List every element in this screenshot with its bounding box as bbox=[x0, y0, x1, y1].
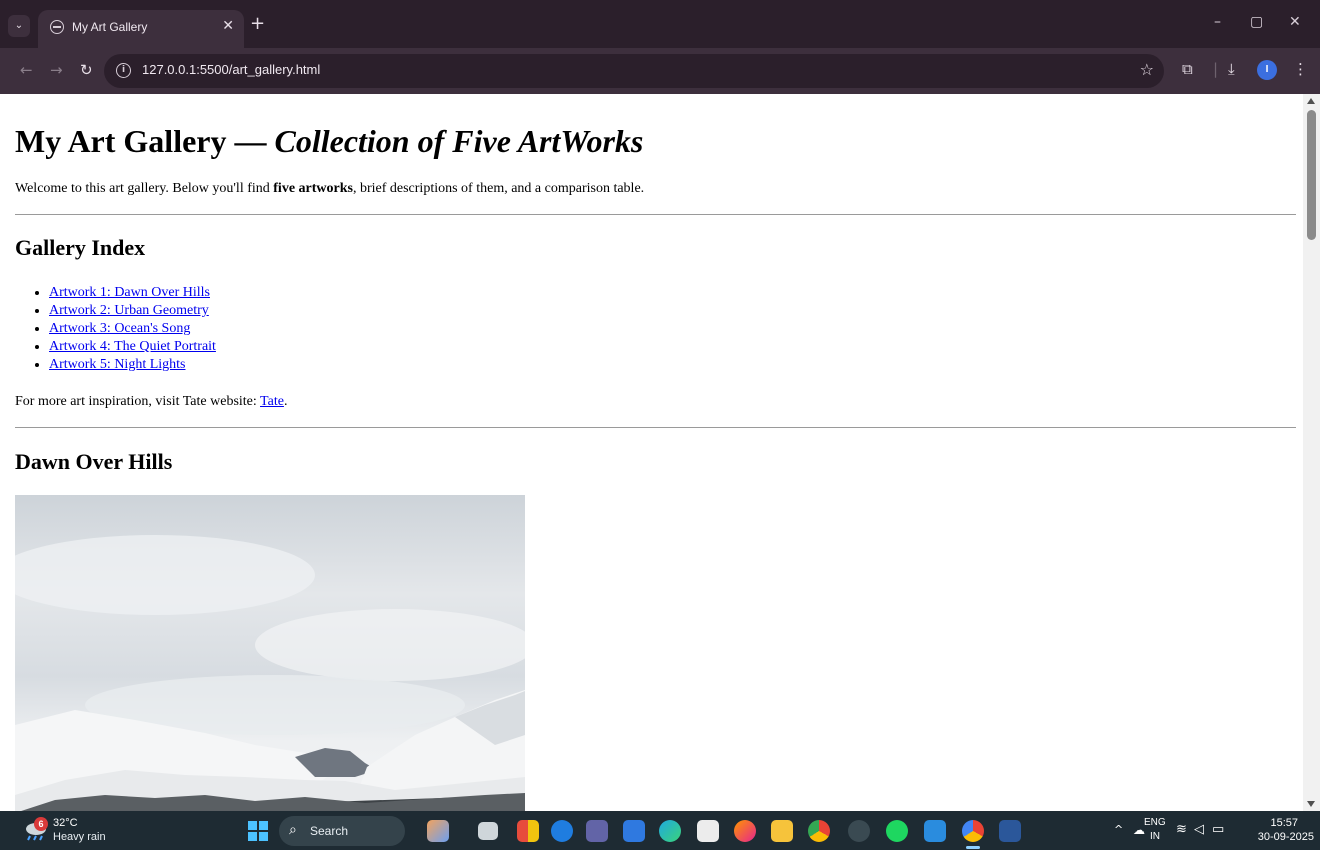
download-icon[interactable]: ⤓ bbox=[1228, 60, 1235, 78]
intro-text-start: Welcome to this art gallery. Below you'l… bbox=[15, 181, 274, 196]
task-view-icon[interactable] bbox=[478, 822, 498, 840]
weather-temperature[interactable]: 32°C bbox=[53, 817, 78, 829]
search-icon: ⌕ bbox=[289, 822, 297, 838]
index-link-artwork-2[interactable]: Artwork 2: Urban Geometry bbox=[49, 303, 209, 318]
list-item: Artwork 2: Urban Geometry bbox=[49, 302, 1295, 320]
forward-icon[interactable]: → bbox=[50, 61, 63, 79]
back-icon[interactable]: ← bbox=[20, 61, 33, 79]
chevron-up-icon[interactable]: ^ bbox=[1114, 823, 1123, 836]
info-icon[interactable]: i bbox=[116, 63, 131, 78]
firefox-app-icon[interactable] bbox=[734, 820, 756, 842]
vscode-app-icon[interactable] bbox=[924, 820, 946, 842]
divider bbox=[15, 214, 1296, 215]
globe-icon bbox=[50, 20, 64, 34]
tab-title: My Art Gallery bbox=[72, 20, 148, 34]
teams-app-icon[interactable] bbox=[586, 820, 608, 842]
scroll-thumb[interactable] bbox=[1307, 110, 1316, 240]
microsoft-store-icon[interactable] bbox=[697, 820, 719, 842]
index-link-artwork-3[interactable]: Artwork 3: Ocean's Song bbox=[49, 321, 190, 336]
list-item: Artwork 4: The Quiet Portrait bbox=[49, 338, 1295, 356]
minimize-icon[interactable]: – bbox=[1214, 14, 1221, 30]
language-indicator[interactable]: ENG bbox=[1144, 817, 1166, 828]
vpn-app-icon[interactable] bbox=[848, 820, 870, 842]
more-inspiration-paragraph: For more art inspiration, visit Tate web… bbox=[15, 393, 1295, 411]
chrome-active-app-icon[interactable] bbox=[962, 820, 984, 842]
tab-search-icon[interactable]: ⌄ bbox=[8, 15, 30, 37]
photos-app-icon[interactable] bbox=[623, 820, 645, 842]
spotify-app-icon[interactable] bbox=[886, 820, 908, 842]
scroll-down-arrow-icon[interactable] bbox=[1307, 801, 1315, 807]
artwork-1-heading: Dawn Over Hills bbox=[15, 449, 173, 474]
index-link-artwork-5[interactable]: Artwork 5: Night Lights bbox=[49, 357, 186, 372]
divider bbox=[15, 427, 1296, 428]
windows-start-icon[interactable] bbox=[248, 821, 268, 841]
profile-icon[interactable]: I bbox=[1257, 60, 1277, 80]
weather-badge: 6 bbox=[34, 817, 48, 831]
scroll-up-arrow-icon[interactable] bbox=[1307, 98, 1315, 104]
toolbar-divider: | bbox=[1213, 60, 1219, 78]
tate-link[interactable]: Tate bbox=[260, 394, 284, 409]
battery-icon[interactable]: ▭ bbox=[1212, 822, 1224, 837]
search-label: Search bbox=[310, 824, 349, 838]
star-icon[interactable]: ☆ bbox=[1140, 60, 1154, 79]
wifi-icon[interactable]: ≋ bbox=[1176, 822, 1187, 837]
more-icon[interactable]: ⋮ bbox=[1293, 60, 1308, 78]
intro-text-end: , brief descriptions of them, and a comp… bbox=[352, 181, 645, 196]
page-content: My Art Gallery — Collection of Five ArtW… bbox=[0, 122, 1303, 811]
word-app-icon[interactable] bbox=[999, 820, 1021, 842]
winrar-app-icon[interactable] bbox=[517, 820, 539, 842]
close-window-icon[interactable]: ✕ bbox=[1289, 14, 1301, 30]
intro-bold: five artworks bbox=[273, 181, 353, 196]
more-text: For more art inspiration, visit Tate web… bbox=[15, 394, 261, 409]
weather-description[interactable]: Heavy rain bbox=[53, 831, 106, 843]
index-link-artwork-1[interactable]: Artwork 1: Dawn Over Hills bbox=[49, 285, 210, 300]
browser-toolbar: ← → ↻ i 127.0.0.1:5500/art_gallery.html … bbox=[0, 48, 1320, 94]
plus-icon[interactable]: + bbox=[250, 15, 265, 33]
index-link-artwork-4[interactable]: Artwork 4: The Quiet Portrait bbox=[49, 339, 216, 354]
restore-icon[interactable]: ▢ bbox=[1250, 14, 1263, 30]
page-title-subtitle: Collection of Five ArtWorks bbox=[274, 123, 644, 159]
artwork-1-image bbox=[15, 495, 525, 811]
chrome-app-icon[interactable] bbox=[808, 820, 830, 842]
address-bar[interactable]: i 127.0.0.1:5500/art_gallery.html ☆ bbox=[104, 54, 1164, 88]
page-viewport: My Art Gallery — Collection of Five ArtW… bbox=[0, 94, 1303, 811]
extensions-icon[interactable]: ⧉ bbox=[1182, 60, 1193, 78]
taskbar-search[interactable]: ⌕ Search bbox=[279, 816, 405, 846]
volume-muted-icon[interactable]: ◁ bbox=[1194, 822, 1204, 837]
tab-my-art-gallery[interactable]: My Art Gallery ✕ bbox=[38, 10, 244, 48]
file-explorer-icon[interactable] bbox=[771, 820, 793, 842]
url-text[interactable]: 127.0.0.1:5500/art_gallery.html bbox=[142, 62, 320, 77]
page-title: My Art Gallery — Collection of Five ArtW… bbox=[15, 122, 1295, 160]
page-scrollbar[interactable] bbox=[1303, 94, 1320, 811]
widgets-app-icon[interactable] bbox=[427, 820, 449, 842]
more-text-end: . bbox=[283, 394, 288, 409]
list-item: Artwork 5: Night Lights bbox=[49, 356, 1295, 374]
list-item: Artwork 1: Dawn Over Hills bbox=[49, 284, 1295, 302]
intro-paragraph: Welcome to this art gallery. Below you'l… bbox=[15, 180, 1295, 198]
list-item: Artwork 3: Ocean's Song bbox=[49, 320, 1295, 338]
reload-icon[interactable]: ↻ bbox=[80, 61, 93, 79]
clock-time[interactable]: 15:57 bbox=[1270, 817, 1298, 829]
gallery-index-heading: Gallery Index bbox=[15, 235, 146, 260]
windows-taskbar: 6 32°C Heavy rain ⌕ Search ^ ☁ ENG IN ≋ … bbox=[0, 811, 1320, 850]
gallery-index-list: Artwork 1: Dawn Over Hills Artwork 2: Ur… bbox=[15, 284, 1295, 374]
edge-app-icon[interactable] bbox=[659, 820, 681, 842]
close-icon[interactable]: ✕ bbox=[222, 18, 234, 34]
snowy-mountains-picture bbox=[15, 535, 525, 811]
active-app-indicator bbox=[966, 846, 980, 849]
store-app-icon[interactable] bbox=[551, 820, 573, 842]
browser-tab-strip: ⌄ My Art Gallery ✕ + – ▢ ✕ bbox=[0, 0, 1320, 48]
page-title-main: My Art Gallery — bbox=[15, 123, 275, 159]
language-region[interactable]: IN bbox=[1150, 831, 1160, 842]
clock-date[interactable]: 30-09-2025 bbox=[1258, 831, 1314, 843]
